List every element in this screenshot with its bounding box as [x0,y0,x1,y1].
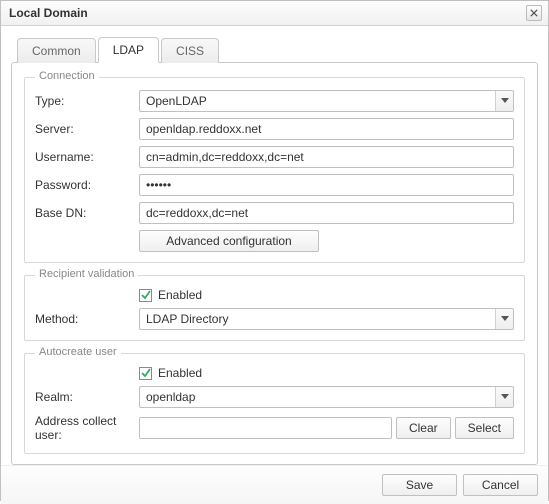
password-input[interactable] [139,174,514,196]
autocreate-legend: Autocreate user [35,346,121,358]
realm-select[interactable]: openldap [139,386,514,408]
local-domain-dialog: Local Domain Common LDAP CISS Connection… [0,0,549,501]
recipient-validation-fieldset: Recipient validation Enabled Method: [24,275,525,341]
clear-button[interactable]: Clear [396,417,451,439]
method-label: Method: [35,312,139,326]
close-icon [530,9,538,17]
titlebar: Local Domain [1,1,548,26]
checkbox-icon [139,289,152,302]
chevron-down-icon [495,309,513,329]
method-select[interactable]: LDAP Directory [139,308,514,330]
tab-common[interactable]: Common [17,38,96,63]
server-label: Server: [35,122,139,136]
cancel-button[interactable]: Cancel [463,474,538,496]
close-button[interactable] [526,5,542,21]
chevron-down-icon [495,387,513,407]
tab-strip: Common LDAP CISS [17,36,538,62]
realm-label: Realm: [35,390,139,404]
recipient-enabled-label: Enabled [158,288,202,302]
window-title: Local Domain [9,6,88,20]
address-collect-input[interactable] [139,417,392,439]
connection-legend: Connection [35,70,99,82]
username-input[interactable] [139,146,514,168]
realm-value: openldap [146,390,195,404]
type-value: OpenLDAP [146,94,207,108]
autocreate-enabled-label: Enabled [158,366,202,380]
basedn-input[interactable] [139,202,514,224]
tab-ciss[interactable]: CISS [161,38,219,63]
recipient-legend: Recipient validation [35,268,138,280]
type-select[interactable]: OpenLDAP [139,90,514,112]
address-collect-label: Address collect user: [35,414,139,443]
connection-fieldset: Connection Type: OpenLDAP Server: [24,77,525,263]
method-value: LDAP Directory [146,312,228,326]
recipient-enabled-checkbox[interactable]: Enabled [139,288,202,302]
content-area: Common LDAP CISS Connection Type: OpenLD… [1,26,548,465]
select-button[interactable]: Select [455,417,514,439]
tab-body-ldap: Connection Type: OpenLDAP Server: [11,62,538,465]
advanced-config-button[interactable]: Advanced configuration [139,230,319,252]
username-label: Username: [35,150,139,164]
chevron-down-icon [495,91,513,111]
type-label: Type: [35,94,139,108]
autocreate-user-fieldset: Autocreate user Enabled Realm: open [24,353,525,454]
checkbox-icon [139,367,152,380]
tab-ldap[interactable]: LDAP [98,37,159,63]
basedn-label: Base DN: [35,206,139,220]
save-button[interactable]: Save [382,474,457,496]
dialog-footer: Save Cancel [1,465,548,504]
server-input[interactable] [139,118,514,140]
autocreate-enabled-checkbox[interactable]: Enabled [139,366,202,380]
password-label: Password: [35,178,139,192]
